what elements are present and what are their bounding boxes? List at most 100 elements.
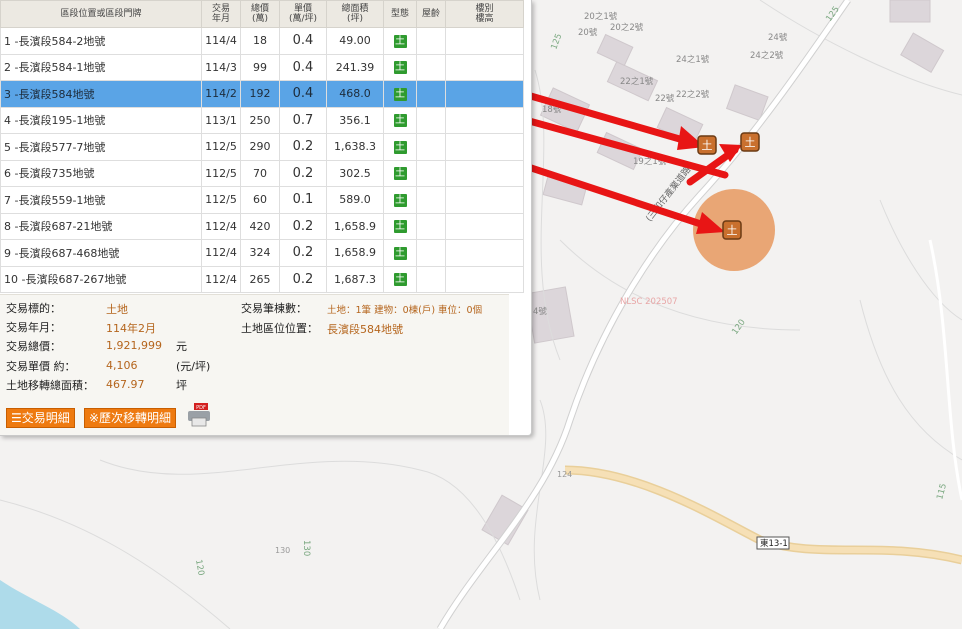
- cell-address: 9 -長濱段687-468地號: [0, 239, 202, 267]
- land-marker[interactable]: 土: [697, 135, 717, 155]
- cell-address: 1 -長濱段584-2地號: [0, 27, 202, 55]
- svg-text:土: 土: [745, 136, 756, 149]
- cell-address: 10 -長濱段687-267地號: [0, 265, 202, 293]
- transaction-detail-button[interactable]: ☰交易明細: [6, 408, 75, 428]
- house-label: 24之1號: [676, 54, 710, 65]
- cell-total: 290: [240, 133, 280, 161]
- col-header-total: 總價 (萬): [240, 0, 280, 28]
- cell-unit-price: 0.2: [279, 265, 327, 293]
- land-type-icon: 土: [393, 114, 407, 128]
- svg-text:土: 土: [702, 139, 713, 152]
- land-type-icon: 土: [393, 220, 407, 234]
- area-value: 467.97: [106, 378, 145, 391]
- land-type-icon: 土: [393, 87, 407, 101]
- cell-area: 302.5: [326, 159, 384, 187]
- table-row[interactable]: 9 -長濱段687-468地號 112/4 324 0.2 1,658.9 土: [0, 239, 524, 267]
- table-row[interactable]: 6 -長濱段735地號 112/5 70 0.2 302.5 土: [0, 159, 524, 187]
- svg-text:PDF: PDF: [196, 405, 206, 411]
- cell-area: 49.00: [326, 27, 384, 55]
- house-label: 20號: [578, 27, 598, 38]
- cell-floor: [445, 265, 524, 293]
- cell-floor: [445, 159, 524, 187]
- table-row[interactable]: 5 -長濱段577-7地號 112/5 290 0.2 1,638.3 土: [0, 133, 524, 161]
- cell-total: 99: [240, 53, 280, 81]
- transaction-detail-button-label: 交易明細: [21, 411, 70, 425]
- svg-text:土: 土: [727, 224, 738, 237]
- cell-date: 113/1: [201, 106, 241, 134]
- cell-unit-price: 0.1: [279, 186, 327, 214]
- cell-unit-price: 0.4: [279, 80, 327, 108]
- cell-address: 5 -長濱段577-7地號: [0, 133, 202, 161]
- spot-height: 130: [275, 546, 290, 555]
- land-type-icon: 土: [393, 273, 407, 287]
- cell-area: 589.0: [326, 186, 384, 214]
- cell-age: [416, 186, 446, 214]
- cell-area: 1,638.3: [326, 133, 384, 161]
- cell-type: 土: [383, 265, 417, 293]
- area-label: 土地移轉總面積：: [6, 379, 94, 392]
- cell-floor: [445, 80, 524, 108]
- cell-date: 112/4: [201, 265, 241, 293]
- cell-area: 1,687.3: [326, 265, 384, 293]
- table-row[interactable]: 7 -長濱段559-1地號 112/5 60 0.1 589.0 土: [0, 186, 524, 214]
- cell-address: 4 -長濱段195-1地號: [0, 106, 202, 134]
- land-marker[interactable]: 土: [740, 132, 760, 152]
- cell-total: 192: [240, 80, 280, 108]
- unitprice-unit: (元/坪): [176, 360, 211, 373]
- house-label: 22號: [655, 93, 675, 104]
- land-type-icon: 土: [393, 193, 407, 207]
- transaction-panel: 區段位置或區段門牌 交易 年月 總價 (萬) 單價 (萬/坪) 總面積 (坪) 型態 屋…: [0, 0, 532, 436]
- table-row[interactable]: 10 -長濱段687-267地號 112/4 265 0.2 1,687.3 土: [0, 265, 524, 293]
- total-label: 交易總價：: [6, 340, 61, 353]
- transaction-table: 區段位置或區段門牌 交易 年月 總價 (萬) 單價 (萬/坪) 總面積 (坪) 型態 屋…: [0, 0, 524, 293]
- road-label: 130: [301, 540, 311, 556]
- road-sign: 東13-1: [756, 536, 790, 550]
- cell-floor: [445, 186, 524, 214]
- col-header-unit: 單價 (萬/坪): [279, 0, 327, 28]
- area-unit: 坪: [176, 379, 187, 392]
- cell-age: [416, 212, 446, 240]
- unitprice-label: 交易單價 約：: [6, 360, 76, 373]
- house-label: 22之2號: [676, 89, 710, 100]
- land-type-icon: 土: [393, 246, 407, 260]
- table-header-row: 區段位置或區段門牌 交易 年月 總價 (萬) 單價 (萬/坪) 總面積 (坪) 型態 屋…: [0, 0, 524, 28]
- house-label: 22之1號: [620, 76, 654, 87]
- cell-type: 土: [383, 53, 417, 81]
- cell-area: 1,658.9: [326, 239, 384, 267]
- transfer-history-button[interactable]: ※歷次移轉明細: [84, 408, 177, 428]
- count-value: 土地：1筆 建物：0棟(戶) 車位：0個: [327, 305, 483, 316]
- cell-unit-price: 0.4: [279, 53, 327, 81]
- month-label: 交易年月：: [6, 321, 61, 334]
- land-type-icon: 土: [393, 140, 407, 154]
- cell-address: 6 -長濱段735地號: [0, 159, 202, 187]
- house-label: 24號: [768, 32, 788, 43]
- cell-age: [416, 27, 446, 55]
- cell-type: 土: [383, 159, 417, 187]
- table-row[interactable]: 3 -長濱段584地號 114/2 192 0.4 468.0 土: [0, 80, 524, 108]
- col-header-date: 交易 年月: [201, 0, 241, 28]
- spot-height: 124: [557, 470, 572, 479]
- cell-address: 7 -長濱段559-1地號: [0, 186, 202, 214]
- table-row[interactable]: 4 -長濱段195-1地號 113/1 250 0.7 356.1 土: [0, 106, 524, 134]
- cell-unit-price: 0.2: [279, 133, 327, 161]
- cell-type: 土: [383, 239, 417, 267]
- kind-value: 土地: [106, 303, 128, 316]
- cell-date: 114/2: [201, 80, 241, 108]
- cell-age: [416, 133, 446, 161]
- cell-unit-price: 0.2: [279, 212, 327, 240]
- pdf-print-icon[interactable]: PDF: [186, 403, 212, 427]
- col-header-area: 總面積 (坪): [326, 0, 384, 28]
- cell-unit-price: 0.7: [279, 106, 327, 134]
- table-row[interactable]: 8 -長濱段687-21地號 112/4 420 0.2 1,658.9 土: [0, 212, 524, 240]
- cell-total: 420: [240, 212, 280, 240]
- cell-age: [416, 106, 446, 134]
- land-marker-selected[interactable]: 土: [722, 220, 742, 240]
- table-row[interactable]: 2 -長濱段584-1地號 114/3 99 0.4 241.39 土: [0, 53, 524, 81]
- cell-floor: [445, 133, 524, 161]
- kind-label: 交易標的：: [6, 302, 61, 315]
- cell-age: [416, 239, 446, 267]
- table-row[interactable]: 1 -長濱段584-2地號 114/4 18 0.4 49.00 土: [0, 27, 524, 55]
- cell-age: [416, 80, 446, 108]
- cell-date: 112/5: [201, 159, 241, 187]
- cell-age: [416, 265, 446, 293]
